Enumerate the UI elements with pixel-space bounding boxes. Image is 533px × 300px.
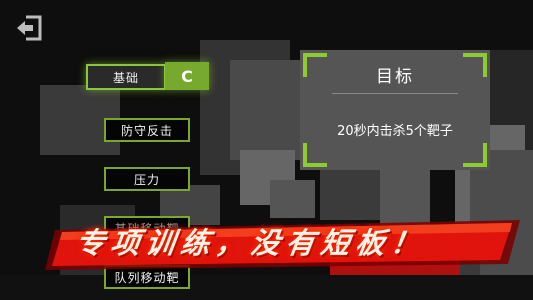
goal-description: 20秒内击杀5个靶子 xyxy=(337,124,453,139)
menu-item-label: 压力 xyxy=(133,172,160,187)
goal-panel: 目标 20秒内击杀5个靶子 xyxy=(300,50,490,170)
training-screen: 基础 C 防守反击 压力 基础移动靶 队列移动靶 目标 20秒内击杀5个靶子 专… xyxy=(0,0,533,300)
exit-door-icon xyxy=(17,15,42,41)
menu-item-label: 防守反击 xyxy=(120,123,173,138)
corner-bracket xyxy=(463,53,487,77)
exit-button[interactable] xyxy=(14,14,44,42)
bg-block xyxy=(270,180,315,218)
corner-bracket xyxy=(303,53,327,77)
banner-text: 专项训练，没有短板！ xyxy=(73,226,429,260)
bg-block xyxy=(230,60,300,160)
goal-divider xyxy=(332,93,458,94)
corner-bracket xyxy=(463,143,487,167)
bg-block xyxy=(0,275,533,300)
menu-item-label: 基础 xyxy=(112,70,139,85)
menu-item-basic[interactable]: 基础 xyxy=(86,64,166,90)
corner-bracket xyxy=(303,143,327,167)
grade-badge: C xyxy=(165,62,209,90)
goal-title: 目标 xyxy=(376,67,414,87)
menu-item-defense-counter[interactable]: 防守反击 xyxy=(104,118,190,142)
menu-item-pressure[interactable]: 压力 xyxy=(104,167,190,191)
